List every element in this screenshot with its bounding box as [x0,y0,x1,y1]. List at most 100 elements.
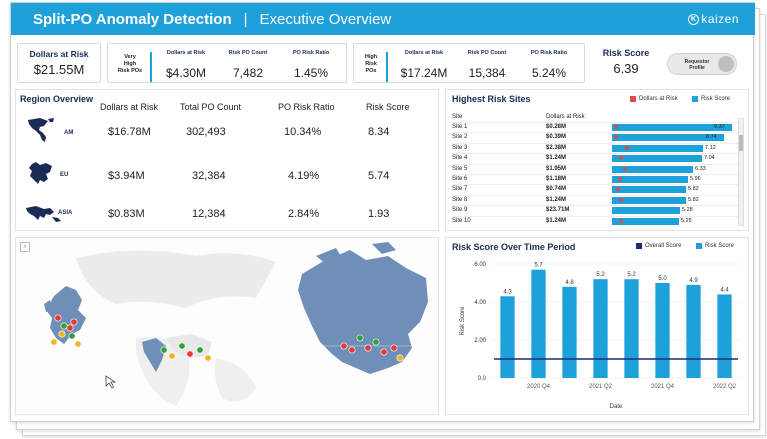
site-marker[interactable] [74,340,82,348]
bar-value-label: 5.0 [658,276,667,282]
site-marker[interactable] [390,344,398,352]
site-name: Site 4 [452,155,468,162]
bar-value-label: 5.2 [627,272,636,278]
site-marker[interactable] [60,322,68,330]
legend-label: Risk Score [701,96,731,102]
site-marker[interactable] [396,354,404,362]
site-marker[interactable] [66,324,74,332]
site-row[interactable]: Site 5 $1.95M 6.33 [452,163,742,173]
site-dollars: $23.71M [546,207,570,214]
requestor-profile-toggle[interactable]: Requestor Profile [667,53,737,75]
site-row[interactable]: Site 7 $0.74M 5.82 [452,184,742,194]
legend-dollars-at-risk: Dollars at Risk [630,96,678,102]
site-dollars: $1.18M [546,176,567,182]
site-marker[interactable] [178,342,186,350]
risk-score-bar [500,296,515,378]
region-label-eu: EU [60,172,69,178]
risk-score-bar [612,196,686,204]
site-name: Site 1 [452,124,468,130]
site-marker[interactable] [364,344,372,352]
site-row[interactable]: Site 2 $0.39M 8.74 [452,132,742,142]
y-tick-label: 4.00 [474,300,486,306]
site-marker[interactable] [348,346,356,354]
column-header: Total PO Count [180,102,242,112]
dollars-at-risk-marker [618,197,623,202]
x-axis-label: Date [610,404,623,410]
site-name: Site 10 [452,217,471,224]
region-dollars: $3.94M [108,170,145,182]
dollars-at-risk-marker [624,145,629,150]
site-dollars: $0.28M [546,124,567,130]
site-row[interactable]: Site 8 $1.24M 5.82 [452,194,742,204]
region-ratio: 10.34% [284,126,322,138]
bar-value-label: 4.9 [689,278,698,284]
kpi-label: Risk PO Count [228,50,268,56]
y-tick-label: 2.00 [474,338,486,344]
kpi-label: Dollars at Risk [166,50,206,56]
scrollbar-thumb[interactable] [739,135,743,151]
site-row[interactable]: Site 6 $1.18M 5.96 [452,174,742,183]
region-score: 8.34 [368,126,390,138]
toggle-label-line: Profile [689,65,705,71]
risk-score-value: 5.25 [681,217,692,224]
risk-score-value: 5.28 [682,207,693,214]
site-marker[interactable] [340,342,348,350]
kpi-label: Dollars at Risk [404,50,444,56]
kpi-label: Risk Score [602,48,650,58]
legend-swatch [630,96,636,102]
kaizen-logo-mark-icon: K [688,13,700,25]
region-overview-panel: Region Overview Dollars at Risk Total PO… [15,89,439,231]
world-map[interactable] [16,238,440,416]
site-marker[interactable] [50,338,58,346]
site-marker[interactable] [70,318,78,326]
y-tick-label: 0.0 [478,376,487,382]
risk-score-value: 5.82 [688,196,699,203]
kpi-value: $21.55M [33,62,85,77]
site-marker[interactable] [380,348,388,356]
site-marker[interactable] [58,330,66,338]
site-row[interactable]: Site 10 $1.24M 5.25 [452,215,742,225]
site-row[interactable]: Site 4 $1.24M 7.04 [452,153,742,163]
site-marker[interactable] [160,346,168,354]
site-name: Site 3 [452,144,468,151]
tier-label-line: Risk [365,61,377,67]
kpi-value: 7,482 [232,66,264,80]
region-score: 5.74 [368,170,390,182]
very-high-risk-label: Very High Risk POs [112,54,148,75]
toggle-knob[interactable] [718,56,734,72]
site-marker[interactable] [68,332,76,340]
dashboard-title: Split-PO Anomaly Detection [33,10,232,28]
site-dollars: $0.74M [546,186,567,193]
sites-scrollbar[interactable] [738,118,744,226]
risk-score-trend-panel: Risk Score Over Time Period Overall Scor… [445,237,749,415]
site-row[interactable]: Site 9 $23.71M 5.28 [452,205,745,215]
risk-score-value: 9.37 [714,124,725,130]
site-marker[interactable] [54,314,62,322]
header-banner: Split-PO Anomaly Detection | Executive O… [11,3,755,35]
risk-score-value: 8.74 [706,134,717,141]
site-marker[interactable] [196,346,204,354]
tier-divider [150,52,152,82]
site-name: Site 8 [452,196,468,203]
risk-score-value: 5.96 [690,176,701,182]
tier-label-line: Risk POs [117,68,143,74]
risk-score-value: 7.04 [704,155,715,162]
region-count: 302,493 [186,126,226,138]
site-marker[interactable] [356,334,364,342]
bar-value-label: 4.8 [565,280,574,286]
site-marker[interactable] [204,354,212,362]
risk-score-bar [655,283,670,378]
site-map-panel[interactable]: ⌕ [15,237,439,415]
site-marker[interactable] [168,352,176,360]
site-row[interactable]: Site 3 $2.38M 7.12 [452,142,742,152]
risk-score-value: 7.12 [705,144,716,151]
kpi-label: PO Risk Ratio [530,50,568,56]
toggle-label: Requestor Profile [674,59,720,71]
kpi-label: PO Risk Ratio [292,50,330,56]
kpi-value: $17.24M [400,66,448,80]
site-marker[interactable] [372,338,380,346]
kpi-risk-score: Risk Score 6.39 [591,43,661,83]
site-row[interactable]: Site 1 $0.28M 9.37 [452,122,742,131]
dollars-at-risk-marker [622,166,627,171]
site-marker[interactable] [186,350,194,358]
